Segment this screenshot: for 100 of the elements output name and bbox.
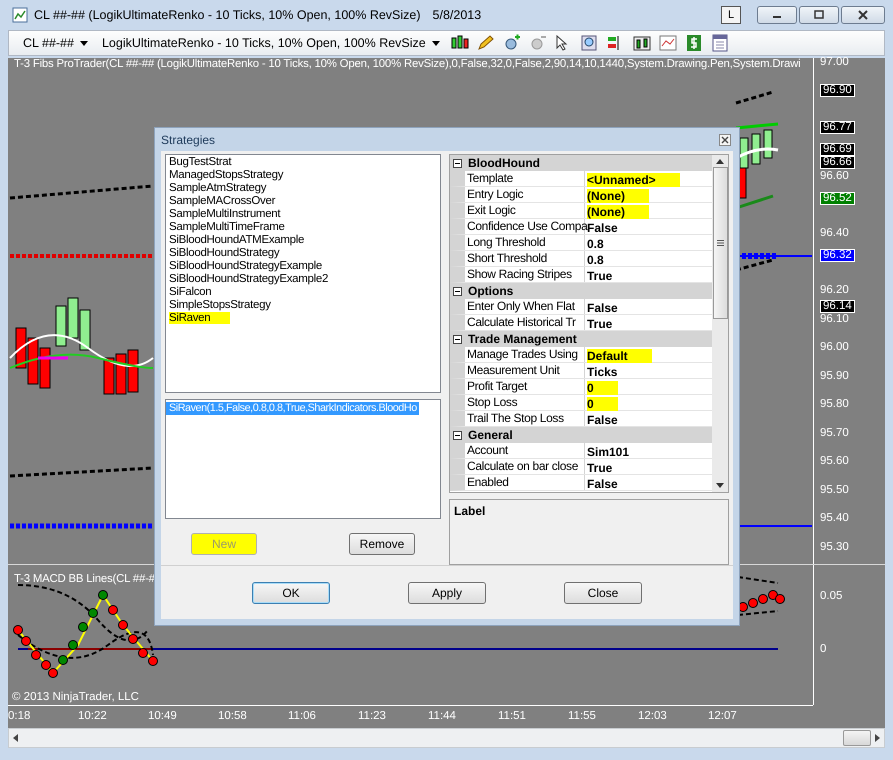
- line-chart-icon[interactable]: [658, 34, 678, 52]
- dialog-button[interactable]: Apply: [408, 582, 486, 604]
- dialog-button[interactable]: Close: [564, 582, 642, 604]
- candle: [740, 138, 748, 168]
- property-value[interactable]: (None): [587, 205, 649, 219]
- property-value[interactable]: False: [587, 477, 618, 491]
- minimize-button[interactable]: [757, 6, 797, 24]
- time-label: 11:51: [498, 709, 527, 724]
- category-header: Trade Management: [468, 332, 577, 346]
- strategy-item[interactable]: SampleAtmStrategy: [169, 182, 266, 194]
- dialog-title: Strategies: [161, 132, 216, 146]
- form-icon[interactable]: [710, 34, 730, 52]
- up-arrow-icon[interactable]: [716, 159, 724, 164]
- strategy-item[interactable]: SampleMultiTimeFrame: [169, 221, 285, 233]
- category-header: Options: [468, 284, 514, 298]
- property-name: Exit Logic: [465, 203, 585, 218]
- close-button[interactable]: [841, 6, 885, 24]
- strategy-item[interactable]: SampleMACrossOver: [169, 195, 276, 207]
- candle: [28, 338, 38, 384]
- scroll-thumb[interactable]: [843, 730, 871, 746]
- strategy-item[interactable]: SiRaven: [169, 312, 230, 324]
- property-value[interactable]: Default: [587, 349, 652, 363]
- strategy-item[interactable]: BugTestStrat: [169, 156, 232, 168]
- axis-tick-label: 95.60: [820, 455, 849, 467]
- property-value[interactable]: (None): [587, 189, 649, 203]
- property-name: Trail The Stop Loss: [465, 411, 585, 426]
- axis-tick-label: 95.70: [820, 426, 849, 438]
- time-label: 0:18: [8, 709, 32, 724]
- property-value[interactable]: False: [587, 221, 618, 235]
- horizontal-scrollbar[interactable]: [8, 728, 885, 748]
- strategy-item[interactable]: SimpleStopsStrategy: [169, 299, 271, 311]
- macd-dot: [748, 598, 758, 608]
- collapse-icon[interactable]: [453, 286, 462, 296]
- candle: [764, 130, 772, 158]
- macd-dot: [88, 608, 98, 618]
- instrument-dropdown[interactable]: CL ##-##: [19, 36, 92, 50]
- candle: [56, 306, 66, 346]
- property-value[interactable]: 0.8: [587, 237, 604, 251]
- property-value[interactable]: False: [587, 301, 618, 315]
- bar-type-dropdown[interactable]: LogikUltimateRenko - 10 Ticks, 10% Open, 100% RevSize: [98, 36, 444, 50]
- time-label: 11:06: [288, 709, 317, 724]
- property-name: Enabled: [465, 475, 585, 490]
- strategy-item[interactable]: SiBloodHoundStrategy: [169, 247, 280, 259]
- strategy-item[interactable]: SiFalcon: [169, 286, 212, 298]
- axis-tick-label: 95.50: [820, 484, 849, 496]
- collapse-icon[interactable]: [453, 158, 462, 168]
- candle: [104, 358, 114, 394]
- time-label: 11:23: [358, 709, 387, 724]
- property-value[interactable]: 0.8: [587, 253, 604, 267]
- axis-tick-label: 0: [820, 643, 826, 655]
- pencil-icon[interactable]: [476, 34, 496, 52]
- axis-tick-label: 95.40: [820, 512, 849, 524]
- property-name: Enter Only When Flat: [465, 299, 585, 314]
- macd-dot: [768, 590, 778, 600]
- property-value[interactable]: 0: [587, 381, 618, 395]
- macd-dot: [21, 636, 31, 646]
- dashed-line: [736, 90, 774, 104]
- strategy-item[interactable]: SampleMultiInstrument: [169, 208, 280, 220]
- price-tag: 96.14: [820, 300, 855, 314]
- strategy-item[interactable]: SiBloodHoundATMExample: [169, 234, 304, 246]
- vertical-scrollbar[interactable]: [712, 155, 728, 492]
- property-value[interactable]: Sim101: [587, 445, 630, 459]
- grip-icon: [716, 240, 724, 246]
- right-arrow-icon[interactable]: [875, 734, 880, 742]
- property-value[interactable]: True: [587, 269, 612, 283]
- property-value[interactable]: True: [587, 317, 612, 331]
- time-label: 10:22: [78, 709, 108, 724]
- down-arrow-icon[interactable]: [716, 483, 724, 488]
- property-value[interactable]: Ticks: [587, 365, 618, 379]
- strategy-item[interactable]: SiBloodHoundStrategyExample: [169, 260, 322, 272]
- maximize-icon: [813, 10, 825, 20]
- macd-dot: [128, 634, 138, 644]
- price-tag: 96.66: [820, 156, 855, 170]
- close-button[interactable]: [719, 134, 731, 146]
- collapse-icon[interactable]: [453, 334, 462, 344]
- dialog-button[interactable]: OK: [252, 582, 330, 604]
- maximize-button[interactable]: [799, 6, 839, 24]
- remove-button[interactable]: Remove: [349, 533, 415, 555]
- property-value[interactable]: <Unnamed>: [587, 173, 680, 187]
- axis-tick-label: 0.05: [820, 590, 842, 602]
- collapse-icon[interactable]: [453, 430, 462, 440]
- property-name: Profit Target: [465, 379, 585, 394]
- price-tag: 96.77: [820, 120, 855, 134]
- link-button[interactable]: L: [721, 6, 741, 24]
- bars-icon[interactable]: [632, 34, 652, 52]
- moving-average-line: [736, 122, 778, 130]
- band-line: [738, 610, 778, 616]
- strategy-item[interactable]: SiBloodHoundStrategyExample2: [169, 273, 328, 285]
- property-value[interactable]: False: [587, 413, 618, 427]
- left-arrow-icon[interactable]: [13, 734, 18, 742]
- time-label: 11:55: [568, 709, 597, 724]
- property-value[interactable]: 0: [587, 397, 618, 411]
- macd-dot: [31, 650, 41, 660]
- time-label: 11:44: [428, 709, 457, 724]
- property-value[interactable]: True: [587, 461, 612, 475]
- strategy-item[interactable]: ManagedStopsStrategy: [169, 169, 284, 181]
- macd-dot: [98, 590, 108, 600]
- indicator-label: T-3 Fibs ProTrader(CL ##-## (LogikUltimateRenko - 10 Ticks, 10% Open, 100% RevSize),0,False,32,0,False,2,90,14,10,1440,System.Drawing.Pen,System.Drawi: [14, 58, 800, 70]
- price-tag: 96.52: [820, 192, 855, 205]
- macd-dot: [48, 668, 58, 678]
